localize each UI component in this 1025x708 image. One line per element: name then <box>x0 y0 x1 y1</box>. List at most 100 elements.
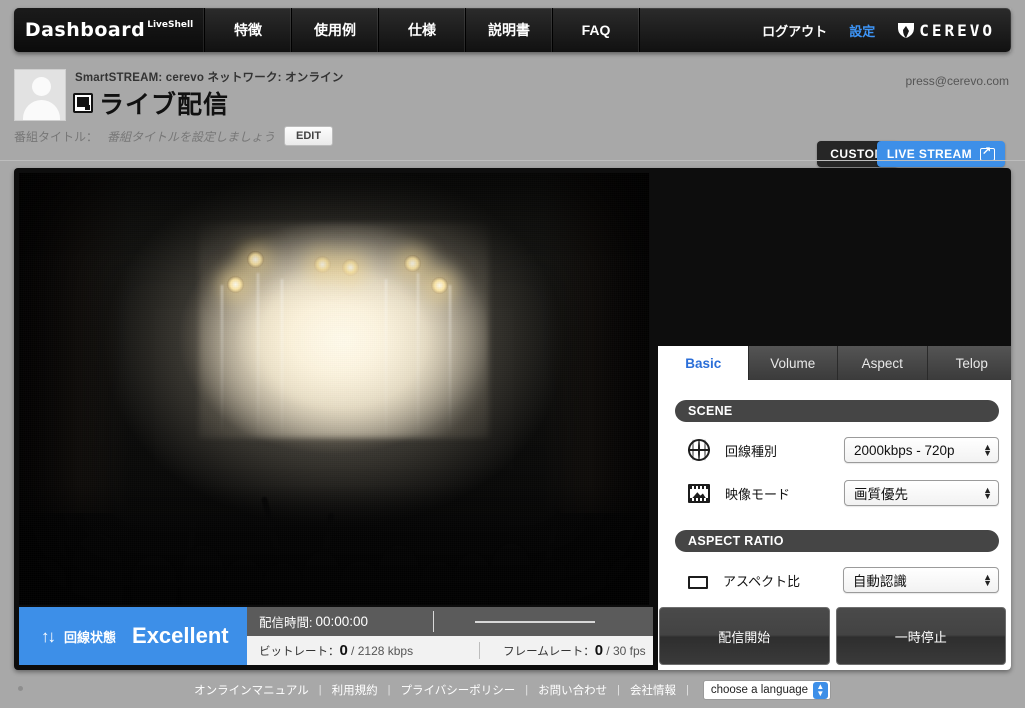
app-page: DashboardLiveShell 特徴 使用例 仕様 説明書 FAQ ログア… <box>0 0 1025 708</box>
top-navigation-bar: DashboardLiveShell 特徴 使用例 仕様 説明書 FAQ ログア… <box>14 8 1011 52</box>
language-select[interactable]: choose a language ▲▼ <box>703 680 831 700</box>
nav-right-group: ログアウト 設定 CEREVO <box>640 8 1011 52</box>
section-header-scene: SCENE <box>675 400 999 422</box>
section-header-aspect-ratio: ASPECT RATIO <box>675 530 999 552</box>
bitrate-stat: ビットレート：0 / 2128 kbps <box>259 642 413 659</box>
program-title-label: 番組タイトル： <box>14 128 98 145</box>
chevron-updown-icon: ▲▼ <box>813 682 828 699</box>
connection-quality-value: Excellent <box>132 623 229 649</box>
video-preview[interactable] <box>19 173 649 605</box>
pause-broadcast-button[interactable]: 一時停止 <box>836 607 1007 665</box>
start-broadcast-button[interactable]: 配信開始 <box>659 607 830 665</box>
footer-link-company[interactable]: 会社情報 <box>630 682 676 698</box>
aspect-select[interactable]: 自動認識 ▲▼ <box>843 567 999 593</box>
broadcast-meters: 配信時間: 00:00:00 ビットレート：0 / 2128 kbps フレーム… <box>247 607 653 665</box>
stat-divider <box>479 642 480 659</box>
updown-arrows-icon: ↑↓ <box>41 628 54 645</box>
bitrate-stat-value: 0 <box>340 642 348 659</box>
bitrate-stat-max: / 2128 kbps <box>351 644 413 658</box>
live-broadcast-icon <box>73 93 93 113</box>
tab-telop[interactable]: Telop <box>927 346 1012 380</box>
footer-link-privacy[interactable]: プライバシーポリシー <box>401 682 516 698</box>
footer-separator: | <box>525 684 528 696</box>
nav-item-faq[interactable]: FAQ <box>553 8 640 52</box>
broadcast-status-bar: ↑↓ 回線状態 Excellent 配信時間: 00:00:00 ビットレート：… <box>19 607 1006 665</box>
footer: オンラインマニュアル | 利用規約 | プライバシーポリシー | お問い合わせ … <box>0 680 1025 700</box>
nav-dashboard-sublabel: LiveShell <box>147 20 193 30</box>
elapsed-value: 00:00:00 <box>315 614 368 629</box>
nav-dashboard-brand[interactable]: DashboardLiveShell <box>14 8 205 52</box>
avatar-head <box>32 77 51 96</box>
meter-divider <box>433 611 434 632</box>
setting-row-videomode: 映像モード 画質優先 ▲▼ <box>675 478 999 508</box>
aspect-select-value: 自動認識 <box>853 570 907 590</box>
tab-volume[interactable]: Volume <box>748 346 838 380</box>
tab-basic[interactable]: Basic <box>658 346 748 380</box>
chevron-updown-icon: ▲▼ <box>983 574 992 586</box>
page-title: ライブ配信 <box>99 85 229 121</box>
broadcast-actions: 配信開始 一時停止 <box>653 607 1006 665</box>
rectangle-icon <box>688 576 708 589</box>
elapsed-label: 配信時間: <box>259 612 312 631</box>
chevron-updown-icon: ▲▼ <box>983 487 992 499</box>
videomode-select[interactable]: 画質優先 ▲▼ <box>844 480 999 506</box>
setting-row-bitrate: 回線種別 2000kbps - 720p ▲▼ <box>675 435 999 465</box>
footer-link-manual[interactable]: オンラインマニュアル <box>194 682 309 698</box>
footer-separator: | <box>319 684 322 696</box>
popout-icon <box>980 148 995 161</box>
nav-logout-link[interactable]: ログアウト <box>762 21 827 40</box>
footer-separator: | <box>388 684 391 696</box>
nav-item-usecases[interactable]: 使用例 <box>292 8 379 52</box>
cerevo-mark-icon <box>897 22 915 39</box>
video-grain <box>19 173 649 605</box>
language-select-value: choose a language <box>711 684 808 696</box>
footer-link-terms[interactable]: 利用規約 <box>332 682 378 698</box>
setting-row-aspect: アスペクト比 自動認識 ▲▼ <box>675 565 999 595</box>
bitrate-graph-line <box>475 621 595 623</box>
broadcast-stage-panel: Basic Volume Aspect Telop SCENE 回線種別 200… <box>14 168 1011 670</box>
stats-row: ビットレート：0 / 2128 kbps フレームレート：0 / 30 fps <box>247 636 653 665</box>
cerevo-logo[interactable]: CEREVO <box>897 21 995 40</box>
connection-quality-label: 回線状態 <box>64 627 116 646</box>
film-icon <box>688 484 710 503</box>
avatar-body <box>23 100 60 121</box>
framerate-stat-max: / 30 fps <box>606 644 645 658</box>
footer-link-contact[interactable]: お問い合わせ <box>538 682 607 698</box>
edit-button[interactable]: EDIT <box>284 126 333 146</box>
setting-label-videomode: 映像モード <box>725 484 844 503</box>
account-status-line: SmartSTREAM: cerevo ネットワーク: オンライン <box>75 69 344 85</box>
nav-dashboard-label: Dashboard <box>25 19 145 41</box>
footer-separator: | <box>686 684 689 696</box>
footer-separator: | <box>617 684 620 696</box>
elapsed-row: 配信時間: 00:00:00 <box>247 607 653 636</box>
live-stream-button[interactable]: LIVE STREAM <box>877 141 1005 167</box>
nav-item-manual[interactable]: 説明書 <box>466 8 553 52</box>
nav-item-specs[interactable]: 仕様 <box>379 8 466 52</box>
framerate-stat-value: 0 <box>595 642 603 659</box>
nav-item-features[interactable]: 特徴 <box>205 8 292 52</box>
program-title-value: 番組タイトルを設定しましょう <box>107 128 275 145</box>
bitrate-select[interactable]: 2000kbps - 720p ▲▼ <box>844 437 999 463</box>
framerate-stat: フレームレート：0 / 30 fps <box>503 642 646 659</box>
setting-label-bitrate: 回線種別 <box>725 441 844 460</box>
avatar <box>14 69 66 121</box>
bitrate-select-value: 2000kbps - 720p <box>854 443 955 458</box>
nav-settings-link[interactable]: 設定 <box>849 21 875 40</box>
setting-label-aspect: アスペクト比 <box>723 571 843 590</box>
connection-quality-indicator: ↑↓ 回線状態 Excellent <box>19 607 247 665</box>
account-email: press@cerevo.com <box>905 74 1009 88</box>
cerevo-logo-text: CEREVO <box>919 21 995 40</box>
settings-tabs: Basic Volume Aspect Telop <box>658 346 1011 380</box>
header-divider <box>0 160 1025 161</box>
chevron-updown-icon: ▲▼ <box>983 444 992 456</box>
framerate-stat-label: フレームレート： <box>503 646 595 658</box>
bitrate-stat-label: ビットレート： <box>259 646 340 658</box>
globe-icon <box>688 439 710 461</box>
program-title-row: 番組タイトル： 番組タイトルを設定しましょう EDIT <box>14 126 333 146</box>
videomode-select-value: 画質優先 <box>854 483 908 503</box>
page-title-row: ライブ配信 <box>73 85 229 121</box>
live-stream-label: LIVE STREAM <box>887 147 972 161</box>
corner-dot <box>18 686 23 691</box>
settings-body: SCENE 回線種別 2000kbps - 720p ▲▼ 映像モード 画質優先… <box>658 380 1011 595</box>
tab-aspect[interactable]: Aspect <box>837 346 927 380</box>
